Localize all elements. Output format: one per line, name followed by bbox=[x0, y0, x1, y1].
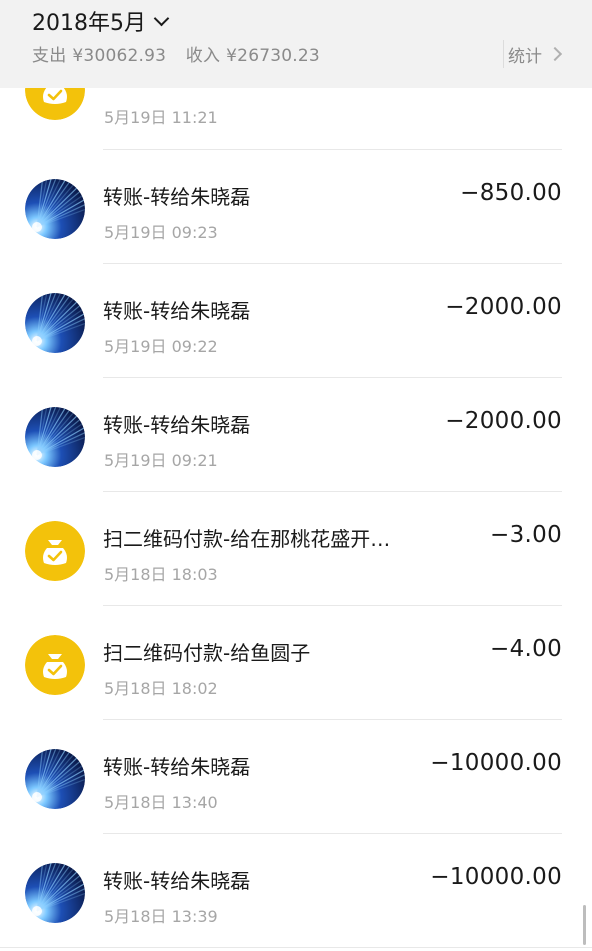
transaction-title: 转账-转给朱晓磊 bbox=[103, 299, 251, 323]
transaction-time: 5月18日 18:03 bbox=[104, 565, 218, 584]
transaction-time: 5月19日 09:22 bbox=[104, 337, 218, 356]
transaction-amount: −3.00 bbox=[490, 522, 562, 548]
chevron-down-icon bbox=[153, 10, 170, 27]
transaction-title: 转账-转给朱晓磊 bbox=[103, 869, 251, 893]
month-header: 2018年5月 支出 ¥30062.93 收入 ¥26730.23 统计 bbox=[0, 0, 592, 88]
income-value: ¥26730.23 bbox=[226, 46, 320, 66]
stats-label: 统计 bbox=[508, 46, 542, 67]
transaction-time: 5月18日 13:40 bbox=[104, 793, 218, 812]
transaction-row[interactable]: 转账-转给朱晓磊 5月19日 09:22 −2000.00 bbox=[0, 264, 592, 378]
month-summary: 支出 ¥30062.93 收入 ¥26730.23 bbox=[32, 41, 326, 66]
stats-button[interactable]: 统计 bbox=[508, 40, 563, 68]
transfer-avatar bbox=[25, 749, 85, 809]
transfer-avatar bbox=[25, 179, 85, 239]
transaction-amount: −850.00 bbox=[460, 180, 562, 206]
transfer-avatar bbox=[25, 407, 85, 467]
transaction-row[interactable]: 转账-转给朱晓磊 5月19日 09:23 −850.00 bbox=[0, 150, 592, 264]
transaction-row[interactable]: 转账-转给朱晓磊 5月19日 09:21 −2000.00 bbox=[0, 378, 592, 492]
income-label: 收入 bbox=[185, 46, 221, 66]
transaction-row[interactable]: 扫二维码付款-给鱼圆子 5月18日 18:02 −4.00 bbox=[0, 606, 592, 720]
transaction-row[interactable]: 转账-转给朱晓磊 5月18日 13:39 −10000.00 bbox=[0, 834, 592, 948]
scrollbar[interactable] bbox=[583, 905, 586, 945]
transaction-amount: −10000.00 bbox=[430, 864, 562, 890]
wallet-icon bbox=[25, 635, 85, 695]
transaction-title: 转账-转给朱晓磊 bbox=[103, 413, 251, 437]
transaction-amount: −4.00 bbox=[490, 636, 562, 662]
transaction-time: 5月18日 18:02 bbox=[104, 679, 218, 698]
wallet-icon bbox=[25, 521, 85, 581]
bill-page: 5月19日 11:21 转账-转给朱晓磊 5月19日 09:23 −850.00… bbox=[0, 0, 592, 951]
transaction-title: 转账-转给朱晓磊 bbox=[103, 185, 251, 209]
transaction-amount: −2000.00 bbox=[445, 294, 562, 320]
transaction-row[interactable]: 扫二维码付款-给在那桃花盛开… 5月18日 18:03 −3.00 bbox=[0, 492, 592, 606]
transfer-avatar bbox=[25, 293, 85, 353]
transaction-time: 5月19日 11:21 bbox=[104, 108, 218, 127]
transaction-title: 扫二维码付款-给鱼圆子 bbox=[103, 641, 311, 665]
row-divider bbox=[0, 947, 592, 948]
transaction-title: 扫二维码付款-给在那桃花盛开… bbox=[103, 527, 391, 551]
chevron-right-icon bbox=[547, 46, 563, 62]
transaction-time: 5月19日 09:23 bbox=[104, 223, 218, 242]
stats-divider bbox=[503, 40, 504, 68]
transaction-amount: −2000.00 bbox=[445, 408, 562, 434]
month-label: 2018年5月 bbox=[32, 11, 146, 36]
transaction-amount: −10000.00 bbox=[430, 750, 562, 776]
expense-label: 支出 bbox=[32, 46, 67, 66]
transfer-avatar bbox=[25, 863, 85, 923]
expense-value: ¥30062.93 bbox=[72, 46, 167, 66]
transaction-row[interactable]: 转账-转给朱晓磊 5月18日 13:40 −10000.00 bbox=[0, 720, 592, 834]
transaction-title: 转账-转给朱晓磊 bbox=[103, 755, 251, 779]
month-selector[interactable]: 2018年5月 bbox=[32, 4, 170, 38]
transaction-time: 5月19日 09:21 bbox=[104, 451, 218, 470]
transaction-time: 5月18日 13:39 bbox=[104, 907, 218, 926]
transaction-list[interactable]: 5月19日 11:21 转账-转给朱晓磊 5月19日 09:23 −850.00… bbox=[0, 0, 592, 951]
